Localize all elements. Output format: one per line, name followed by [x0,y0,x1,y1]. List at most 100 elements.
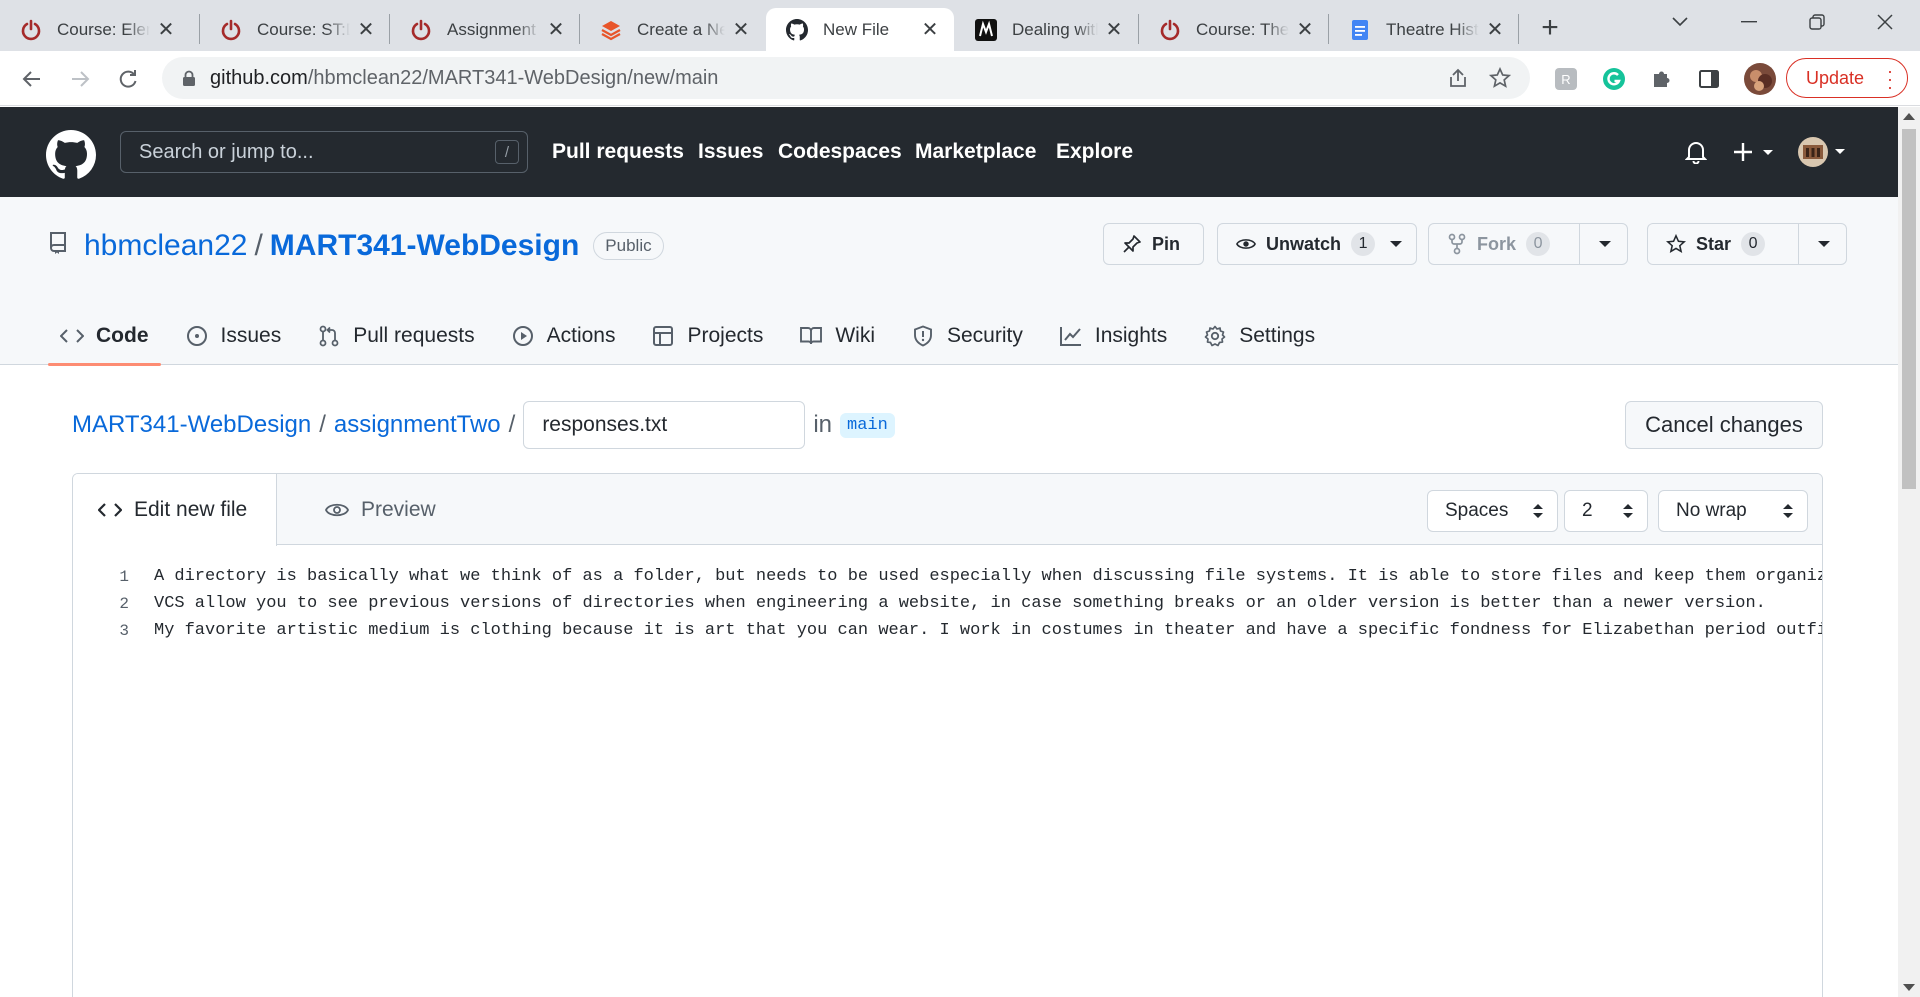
browser-tab[interactable]: Course: The ✕ [1139,8,1329,51]
tab-wiki[interactable]: Wiki [787,307,887,365]
close-icon[interactable]: ✕ [920,19,940,41]
search-input[interactable]: Search or jump to... / [120,131,528,173]
repo-name-link[interactable]: MART341-WebDesign [270,229,580,263]
issue-icon [185,324,209,348]
preview-tab-label: Preview [361,498,436,521]
share-icon[interactable] [1446,66,1470,90]
back-button[interactable] [14,61,50,97]
browser-tab[interactable]: Dealing with ✕ [955,8,1138,51]
star-button[interactable]: Star 0 [1647,223,1847,265]
lock-icon[interactable] [180,69,198,87]
book-icon [799,324,823,348]
tab-title: Course: Elementary [57,19,150,39]
side-panel-icon[interactable] [1696,66,1722,92]
github-icon [786,18,808,41]
line-number: 2 [119,594,129,613]
chevron-down-icon[interactable] [1595,234,1615,254]
browser-tab-active[interactable]: New File ✕ [766,8,954,51]
in-label: in [813,411,832,438]
github-header: Search or jump to... / Pull requests Iss… [0,107,1898,197]
minimize-button[interactable] [1720,0,1778,44]
extension-icon[interactable]: R [1553,66,1579,92]
bell-icon[interactable] [1683,139,1709,165]
address-bar[interactable]: github.com/hbmclean22/MART341-WebDesign/… [162,57,1530,99]
breadcrumb-repo-link[interactable]: MART341-WebDesign [72,411,311,439]
profile-avatar[interactable] [1744,63,1776,95]
watch-button[interactable]: Unwatch 1 [1217,223,1417,265]
nav-pull-requests[interactable]: Pull requests [552,140,684,164]
scroll-up-arrow[interactable] [1903,113,1915,120]
tab-projects[interactable]: Projects [639,307,775,365]
reload-button[interactable] [110,61,146,97]
close-icon[interactable]: ✕ [356,19,376,41]
close-icon[interactable]: ✕ [156,19,176,41]
repo-owner-link[interactable]: hbmclean22 [84,229,247,263]
filename-input[interactable] [523,401,806,449]
tab-label: Issues [220,324,282,347]
close-icon[interactable]: ✕ [731,19,751,41]
play-icon [511,324,535,348]
breadcrumb-folder-link[interactable]: assignmentTwo [334,411,501,439]
bookmark-star-icon[interactable] [1488,66,1512,90]
tab-edit-new-file[interactable]: Edit new file [73,474,277,546]
browser-tab[interactable]: Course: Elementary ✕ [0,8,190,51]
repo-icon [48,229,68,263]
grammarly-icon[interactable] [1601,66,1627,92]
code-area[interactable]: 1 A directory is basically what we think… [73,563,1823,644]
browser-tab[interactable]: Assignment ✕ [390,8,580,51]
search-shortcut-key: / [495,140,519,164]
tab-preview[interactable]: Preview [305,474,436,546]
browser-tab[interactable]: Course: ST:Digital ✕ [200,8,390,51]
nav-codespaces[interactable]: Codespaces [778,140,902,164]
scroll-down-arrow[interactable] [1903,984,1915,991]
tab-divider [1518,14,1519,44]
tab-pull-requests[interactable]: Pull requests [305,307,486,365]
svg-text:R: R [1561,72,1570,87]
update-button[interactable]: Update · · · [1786,58,1908,98]
nav-issues[interactable]: Issues [698,140,763,164]
puzzle-icon[interactable] [1649,66,1675,92]
repo-nav-tabs: Code Issues Pull requests Actions Projec… [48,307,1339,366]
forward-button[interactable] [62,61,98,97]
edit-tab-label: Edit new file [134,498,248,521]
tab-settings[interactable]: Settings [1191,307,1327,365]
tab-actions[interactable]: Actions [499,307,628,365]
tab-code[interactable]: Code [48,307,161,366]
nav-explore[interactable]: Explore [1056,140,1133,164]
user-avatar-dropdown[interactable] [1797,135,1849,169]
create-new-dropdown[interactable] [1733,139,1779,165]
close-icon[interactable]: ✕ [1104,19,1124,41]
select-arrows-icon [1533,504,1543,518]
tab-security[interactable]: Security [899,307,1035,365]
line-text: A directory is basically what we think o… [154,567,1823,586]
close-window-button[interactable] [1856,0,1914,44]
github-logo-icon[interactable] [46,130,96,180]
close-icon[interactable]: ✕ [1295,19,1315,41]
new-tab-button[interactable]: + [1532,10,1568,46]
browser-tab[interactable]: Create a New ✕ [580,8,765,51]
repo-separator: / [254,229,263,262]
fork-button[interactable]: Fork 0 [1428,223,1628,265]
page-scrollbar[interactable] [1898,107,1920,997]
search-placeholder: Search or jump to... [139,140,314,163]
chevron-down-icon[interactable] [1814,234,1834,254]
close-icon[interactable]: ✕ [1485,19,1505,41]
more-vert-icon[interactable]: · · · [1887,62,1893,96]
wrap-mode-select[interactable]: No wrap [1658,490,1808,532]
eye-icon [1236,234,1256,254]
nav-marketplace[interactable]: Marketplace [915,140,1036,164]
indent-mode-select[interactable]: Spaces [1427,490,1558,532]
tab-label: Actions [546,324,616,347]
tab-search-icon[interactable] [1651,0,1709,44]
repo-title: hbmclean22 / MART341-WebDesign Public [48,229,664,263]
browser-tab[interactable]: Theatre History ✕ [1329,8,1519,51]
restore-button[interactable] [1788,0,1846,44]
cancel-changes-button[interactable]: Cancel changes [1625,401,1823,449]
close-icon[interactable]: ✕ [546,19,566,41]
tab-title: Course: ST:Digital [257,19,350,39]
tab-insights[interactable]: Insights [1047,307,1179,365]
pin-button[interactable]: Pin [1103,223,1204,265]
tab-issues[interactable]: Issues [173,307,294,365]
scrollbar-thumb[interactable] [1902,129,1916,489]
indent-size-select[interactable]: 2 [1564,490,1648,532]
